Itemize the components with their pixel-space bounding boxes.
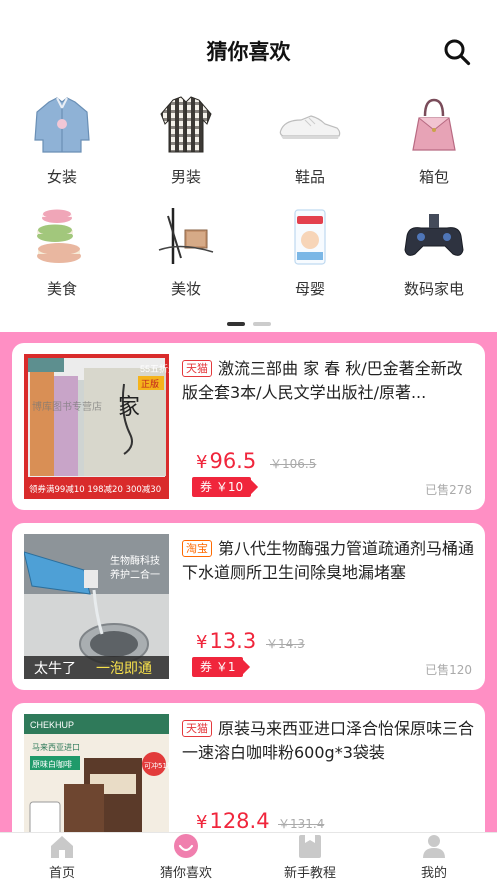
coffee-pack-image: CHEKHUP 马来西亚进口 原味白咖啡 可冲51杯 <box>24 714 169 832</box>
product-image-drain-cleaner: 生物酶科技 养护二合一 太牛了 一泡即通 <box>24 534 169 679</box>
category-food[interactable]: 美食 <box>0 206 124 316</box>
makeup-brush-image <box>158 208 214 264</box>
category-men[interactable]: 男装 <box>124 94 248 204</box>
coupon-tag[interactable]: 券 ￥1 <box>192 657 244 677</box>
category-grid: 女装 男装 鞋品 箱包 美食 美妆 母婴 数码家电 <box>0 88 497 308</box>
category-label: 箱包 <box>418 168 449 186</box>
product-title-text: 第八代生物酶强力管道疏通剂马桶通下水道厕所卫生间除臭地漏堵塞 <box>182 539 474 582</box>
category-label: 美妆 <box>170 280 201 298</box>
drain-cleaner-image: 生物酶科技 养护二合一 太牛了 一泡即通 <box>24 534 169 679</box>
book-title-char: 家 <box>118 395 140 420</box>
product-image-coffee: CHEKHUP 马来西亚进口 原味白咖啡 可冲51杯 <box>24 714 169 832</box>
page-indicator <box>0 322 497 326</box>
handbag-image <box>412 98 456 151</box>
tab-tutorial[interactable]: 新手教程 <box>248 833 372 883</box>
guess-like-icon <box>174 834 198 858</box>
page-dot <box>252 322 271 326</box>
product-title: 淘宝 第八代生物酶强力管道疏通剂马桶通下水道厕所卫生间除臭地漏堵塞 <box>182 537 474 585</box>
denim-jacket-image <box>34 97 90 153</box>
product-card[interactable]: CHEKHUP 马来西亚进口 原味白咖啡 可冲51杯 天猫原装马来西亚进口泽合怡… <box>12 703 485 832</box>
tutorial-icon <box>299 835 321 858</box>
product-card[interactable]: 生物酶科技 养护二合一 太牛了 一泡即通 淘宝 第八代生物酶强力管道疏通剂马桶通下… <box>12 523 485 690</box>
book-set-image: 55五折天 正版 家 博库图书专营店 领券满99减10 198减20 300减3… <box>24 354 169 499</box>
original-price: ￥14.3 <box>266 637 305 651</box>
original-price: ￥106.5 <box>270 457 317 471</box>
product-title-text: 激流三部曲 家 春 秋/巴金著全新改版全套3本/人民文学出版社/原著... <box>182 359 463 402</box>
category-label: 鞋品 <box>294 168 325 186</box>
promo-footer-text: 领券满99减10 198减20 300减30 <box>29 484 161 495</box>
bottom-tab-bar: 首页 猜你喜欢 新手教程 我的 <box>0 832 497 883</box>
current-price: ¥96.5 <box>196 449 257 473</box>
gaming-controller-image <box>404 214 464 256</box>
caption-left: 太牛了 <box>34 661 76 677</box>
tab-profile[interactable]: 我的 <box>372 833 496 883</box>
tab-guess-like[interactable]: 猜你喜欢 <box>124 833 248 883</box>
page-title: 猜你喜欢 <box>206 40 291 64</box>
platform-badge: 天猫 <box>182 360 212 377</box>
price-value: 96.5 <box>209 449 257 473</box>
page: 猜你喜欢 女装 男装 鞋品 箱包 美食 美妆 母婴 数码家电 55五折 正版 家… <box>0 0 497 883</box>
coffee-tag-text: 原味白咖啡 <box>32 759 72 769</box>
origin-text: 马来西亚进口 <box>32 743 80 752</box>
tab-home[interactable]: 首页 <box>0 833 124 883</box>
product-title-text: 原装马来西亚进口泽合怡保原味三合一速溶白咖啡粉600g*3袋装 <box>182 719 474 762</box>
category-label: 数码家电 <box>403 280 464 298</box>
caption-right: 一泡即通 <box>96 661 152 677</box>
product-feed: 55五折天 正版 家 博库图书专营店 领券满99减10 198减20 300减3… <box>0 332 497 832</box>
product-card[interactable]: 55五折天 正版 家 博库图书专营店 领券满99减10 198减20 300减3… <box>12 343 485 510</box>
current-price: ¥13.3 <box>196 629 257 653</box>
price-value: 13.3 <box>209 629 257 653</box>
stamp-text: 正版 <box>141 378 159 390</box>
brand-text: CHEKHUP <box>30 720 74 730</box>
category-makeup[interactable]: 美妆 <box>124 206 248 316</box>
category-baby[interactable]: 母婴 <box>248 206 372 316</box>
platform-badge: 天猫 <box>182 720 212 737</box>
category-shoes[interactable]: 鞋品 <box>248 94 372 204</box>
white-sneaker-image <box>279 115 341 139</box>
current-price: ¥128.4 <box>196 809 270 832</box>
platform-badge: 淘宝 <box>182 540 212 557</box>
product-image-books: 55五折天 正版 家 博库图书专营店 领券满99减10 198减20 300减3… <box>24 354 169 499</box>
search-icon[interactable] <box>443 38 471 66</box>
category-label: 男装 <box>170 168 201 186</box>
tab-label: 猜你喜欢 <box>159 866 212 881</box>
coupon-tag[interactable]: 券 ￥10 <box>192 477 252 497</box>
tab-label: 我的 <box>420 866 447 881</box>
original-price: ￥131.4 <box>278 817 325 831</box>
tagline-1: 生物酶科技 <box>110 554 160 567</box>
category-bags[interactable]: 箱包 <box>372 94 496 204</box>
category-digital[interactable]: 数码家电 <box>372 206 496 316</box>
macaron-image <box>37 209 81 263</box>
page-dot-active <box>226 322 245 326</box>
corner-badge-text: 55五折天 <box>140 363 169 374</box>
home-icon <box>51 836 73 858</box>
profile-icon <box>423 835 445 858</box>
price-value: 128.4 <box>209 809 270 832</box>
category-label: 美食 <box>46 280 77 298</box>
tab-label: 新手教程 <box>283 866 336 881</box>
sold-count: 已售278 <box>425 483 472 497</box>
tagline-2: 养护二合一 <box>110 568 160 581</box>
category-label: 女装 <box>46 168 77 186</box>
promo-text: 可冲51杯 <box>144 761 169 770</box>
product-title: 天猫 原装马来西亚进口泽合怡保原味三合一速溶白咖啡粉600g*3袋装 <box>182 717 474 765</box>
sold-count: 已售120 <box>425 663 472 677</box>
category-women[interactable]: 女装 <box>0 94 124 204</box>
watermark-text: 博库图书专营店 <box>32 400 102 413</box>
category-label: 母婴 <box>294 280 325 298</box>
product-title: 天猫 激流三部曲 家 春 秋/巴金著全新改版全套3本/人民文学出版社/原著... <box>182 357 474 405</box>
top-bar: 猜你喜欢 <box>0 0 497 100</box>
tab-label: 首页 <box>48 866 75 881</box>
plaid-shirt-image <box>160 96 212 153</box>
diaper-pack-image <box>294 209 326 265</box>
